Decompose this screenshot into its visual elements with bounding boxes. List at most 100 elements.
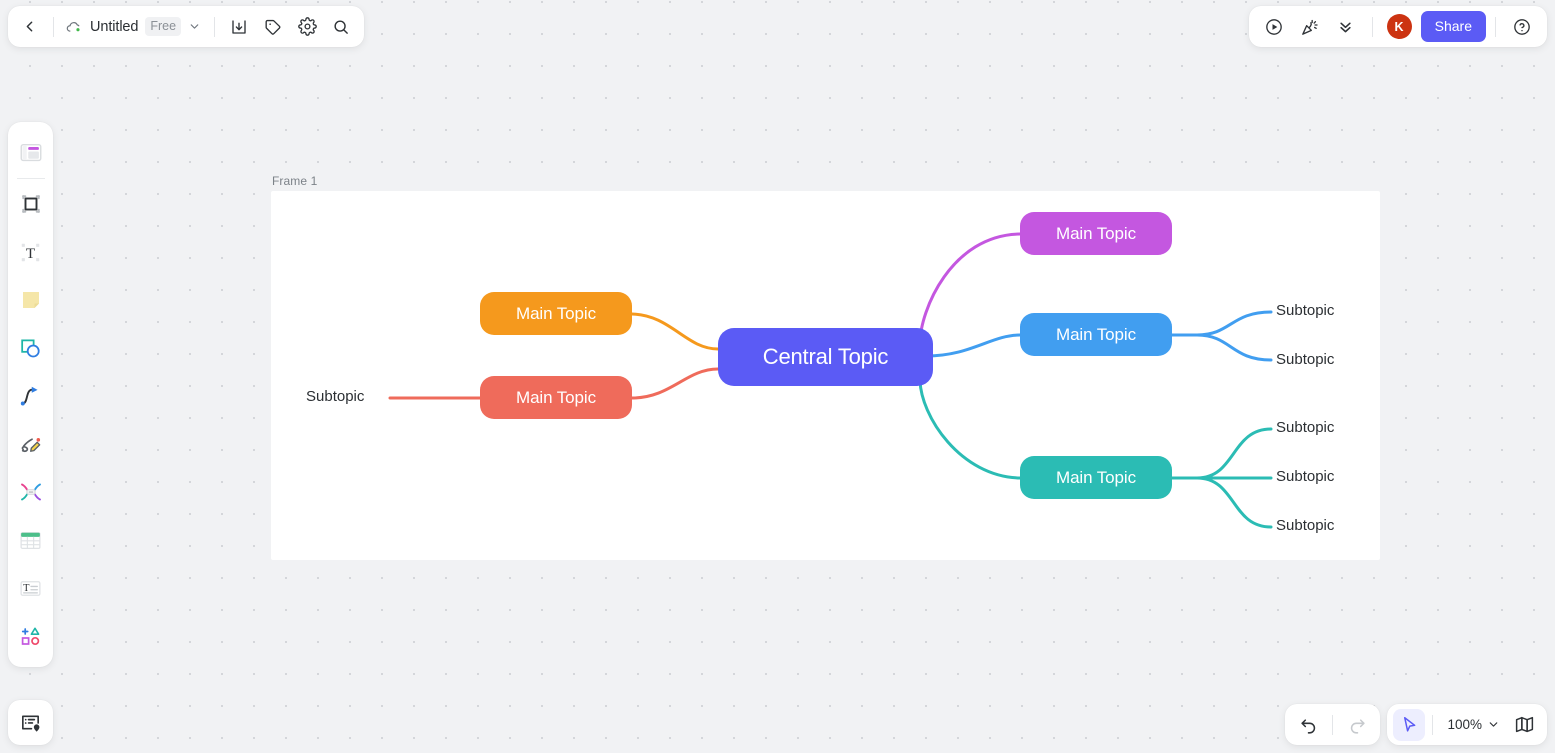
present-button[interactable] bbox=[1257, 10, 1291, 44]
history-divider bbox=[1332, 714, 1333, 735]
redo-button[interactable] bbox=[1340, 708, 1374, 742]
mindmap-node-main-purple[interactable]: Main Topic bbox=[1020, 212, 1172, 255]
search-button[interactable] bbox=[324, 10, 358, 44]
more-tool[interactable] bbox=[8, 612, 53, 660]
share-button[interactable]: Share bbox=[1420, 11, 1486, 42]
node-label: Central Topic bbox=[762, 344, 889, 369]
tag-button[interactable] bbox=[256, 10, 290, 44]
download-icon bbox=[232, 19, 246, 34]
tag-icon bbox=[265, 19, 281, 35]
history-toolbar bbox=[1285, 704, 1380, 745]
pencil-scribble-icon bbox=[14, 427, 48, 461]
template-tool[interactable] bbox=[8, 129, 53, 177]
plan-badge: Free bbox=[145, 17, 182, 36]
mindmap-subtopic-teal-1[interactable]: Subtopic bbox=[1276, 419, 1334, 436]
document-title: Untitled bbox=[90, 18, 139, 35]
node-label: Main Topic bbox=[1056, 467, 1136, 487]
node-label: Main Topic bbox=[516, 387, 596, 407]
slide-pin-icon bbox=[22, 715, 40, 732]
mindmap-subtopic-teal-3[interactable]: Subtopic bbox=[1276, 517, 1334, 534]
export-button[interactable] bbox=[222, 10, 256, 44]
zoom-level-label: 100% bbox=[1447, 717, 1482, 732]
undo-button[interactable] bbox=[1291, 708, 1325, 742]
cloud-saved-icon bbox=[66, 21, 80, 32]
toolbar-divider-4 bbox=[1495, 16, 1496, 37]
add-shapes-icon bbox=[14, 619, 48, 653]
top-right-toolbar: K Share bbox=[1248, 6, 1547, 47]
shape-tool[interactable] bbox=[8, 324, 53, 372]
settings-button[interactable] bbox=[290, 10, 324, 44]
cursor-tool-button[interactable] bbox=[1393, 708, 1426, 741]
chevrons-down-icon bbox=[1340, 22, 1351, 33]
top-left-toolbar: Untitled Free bbox=[8, 6, 365, 47]
sticky-note-icon bbox=[14, 283, 48, 317]
mindmap-node-main-teal[interactable]: Main Topic bbox=[1020, 456, 1172, 499]
gear-icon bbox=[297, 17, 317, 36]
comment-tool[interactable]: T bbox=[8, 564, 53, 612]
play-circle-icon bbox=[1265, 18, 1282, 35]
sticky-note-tool[interactable] bbox=[8, 276, 53, 324]
svg-text:T: T bbox=[23, 582, 30, 593]
connector-red bbox=[630, 367, 720, 400]
mindmap-subtopic-blue-2[interactable]: Subtopic bbox=[1276, 351, 1334, 368]
mindmap-tool[interactable] bbox=[8, 468, 53, 516]
help-button[interactable] bbox=[1505, 10, 1539, 44]
view-divider bbox=[1432, 714, 1434, 735]
mindmap-node-main-red[interactable]: Main Topic bbox=[480, 376, 632, 419]
connector-purple bbox=[918, 232, 1022, 345]
mindmap-node-main-orange[interactable]: Main Topic bbox=[480, 292, 632, 335]
connector-orange bbox=[630, 312, 720, 351]
node-label: Main Topic bbox=[1056, 223, 1136, 243]
table-tool[interactable] bbox=[8, 516, 53, 564]
connector-teal-sub-1 bbox=[1195, 427, 1273, 480]
shapes-icon bbox=[14, 331, 48, 365]
search-icon bbox=[334, 19, 348, 34]
text-block-icon: T bbox=[14, 571, 48, 605]
pen-tool[interactable] bbox=[8, 420, 53, 468]
frame-tool[interactable] bbox=[8, 180, 53, 228]
question-circle-icon bbox=[1514, 18, 1530, 35]
node-label: Main Topic bbox=[516, 303, 596, 323]
connector-tool[interactable] bbox=[8, 372, 53, 420]
minimap-button[interactable] bbox=[1507, 708, 1541, 742]
frame-icon bbox=[14, 187, 48, 221]
mindmap-subtopic-blue-1[interactable]: Subtopic bbox=[1276, 302, 1334, 319]
text-tool[interactable]: T bbox=[8, 228, 53, 276]
svg-text:T: T bbox=[26, 245, 35, 261]
mindmap-node-central[interactable]: Central Topic bbox=[718, 328, 933, 386]
connector-blue-sub-2 bbox=[1195, 333, 1273, 362]
zoom-control[interactable]: 100% bbox=[1440, 710, 1507, 740]
map-icon bbox=[1515, 716, 1533, 733]
connector-blue bbox=[924, 333, 1022, 358]
connector-teal-sub-3 bbox=[1195, 476, 1273, 529]
presentation-frames-button[interactable] bbox=[8, 700, 53, 745]
template-icon bbox=[14, 136, 48, 170]
mindmap-icon bbox=[14, 475, 48, 509]
tool-rail: T T bbox=[8, 122, 53, 667]
mindmap-node-main-blue[interactable]: Main Topic bbox=[1020, 313, 1172, 356]
mindmap-frame[interactable]: Central Topic Main Topic Main Topic Subt… bbox=[271, 191, 1380, 560]
toolbar-divider-2 bbox=[214, 16, 216, 37]
chevron-down-icon bbox=[1489, 722, 1498, 727]
frame-label[interactable]: Frame 1 bbox=[272, 174, 317, 188]
text-box-icon: T bbox=[14, 235, 48, 269]
celebrate-button[interactable] bbox=[1293, 10, 1327, 44]
connector-teal bbox=[918, 377, 1022, 480]
collapse-button[interactable] bbox=[1329, 10, 1363, 44]
redo-arrow-icon bbox=[1350, 719, 1365, 734]
toolbar-divider-3 bbox=[1371, 16, 1373, 37]
chevron-left-icon bbox=[26, 21, 32, 32]
cursor-pointer-icon bbox=[1403, 717, 1416, 732]
view-toolbar: 100% bbox=[1387, 704, 1547, 745]
curve-connector-icon bbox=[14, 379, 48, 413]
document-title-chip[interactable]: Untitled Free bbox=[61, 12, 207, 42]
mindmap-subtopic-teal-2[interactable]: Subtopic bbox=[1276, 468, 1334, 485]
back-button[interactable] bbox=[12, 10, 46, 44]
avatar[interactable]: K bbox=[1386, 14, 1412, 39]
chevron-down-icon bbox=[190, 24, 199, 29]
node-label: Main Topic bbox=[1056, 324, 1136, 344]
mindmap-subtopic-red-1[interactable]: Subtopic bbox=[306, 388, 364, 405]
connector-blue-sub-1 bbox=[1195, 310, 1273, 337]
undo-arrow-icon bbox=[1300, 719, 1315, 734]
rail-divider bbox=[16, 178, 45, 179]
